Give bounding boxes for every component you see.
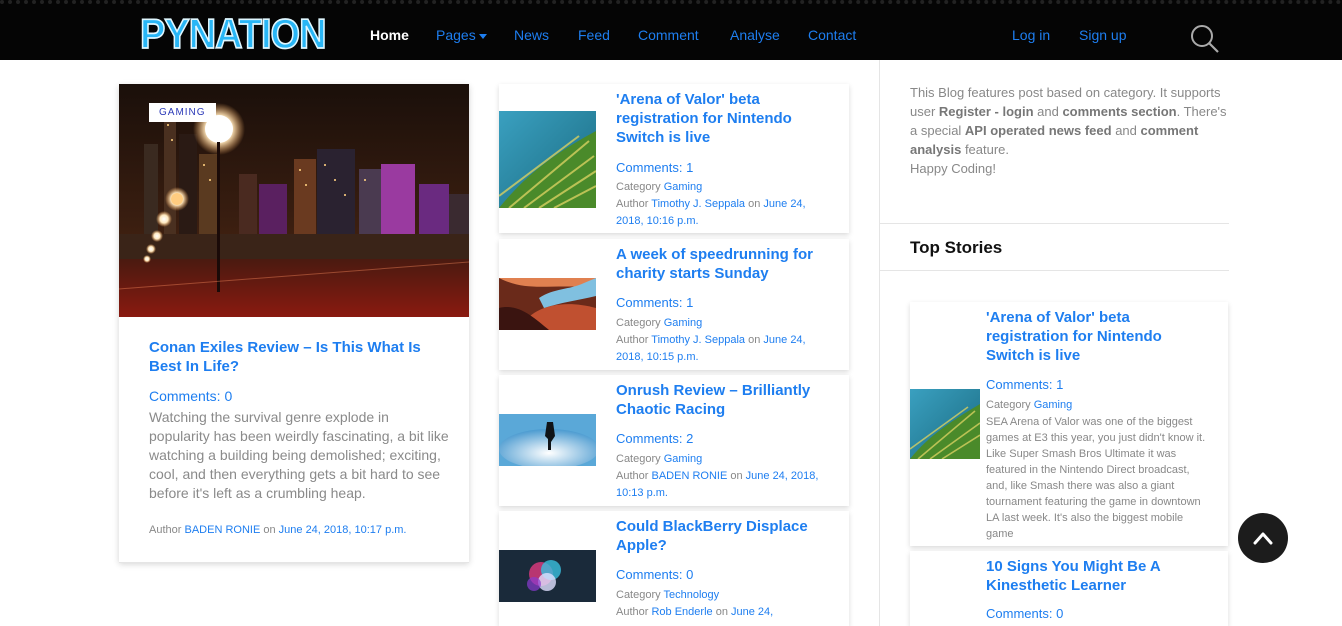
author-label: Author — [616, 470, 649, 482]
story-title[interactable]: 10 Signs You Might Be A Kinesthetic Lear… — [986, 557, 1206, 595]
category-link[interactable]: Gaming — [1034, 399, 1073, 411]
top-story-card: 'Arena of Valor' beta registration for N… — [910, 302, 1228, 546]
category-link[interactable]: Gaming — [664, 453, 703, 465]
site-logo[interactable]: PYNATION — [139, 11, 327, 59]
post-meta: Category Gaming Author Timothy J. Seppal… — [616, 315, 831, 366]
author-label: Author — [616, 606, 649, 618]
nav-comment[interactable]: Comment — [638, 27, 699, 43]
post-thumbnail[interactable] — [499, 111, 596, 208]
date-link[interactable]: June 24, — [731, 606, 773, 618]
on-label: on — [748, 198, 761, 210]
about-text-part: and — [1111, 123, 1141, 138]
scroll-to-top-button[interactable] — [1238, 513, 1288, 563]
about-text-part: feature. — [961, 142, 1010, 157]
about-highlight: API operated news feed — [964, 123, 1112, 138]
story-title[interactable]: 'Arena of Valor' beta registration for N… — [986, 308, 1206, 365]
author-label: Author — [149, 524, 182, 536]
divider — [880, 223, 1229, 224]
top-story-card: 10 Signs You Might Be A Kinesthetic Lear… — [910, 551, 1228, 626]
category-link[interactable]: Gaming — [664, 181, 703, 193]
story-comments[interactable]: Comments: 0 — [986, 606, 1063, 621]
about-highlight: Register - login — [938, 104, 1034, 119]
about-text: This Blog features post based on categor… — [910, 83, 1230, 178]
list-item: A week of speedrunning for charity start… — [499, 239, 849, 370]
nav-contact[interactable]: Contact — [808, 27, 856, 43]
story-meta: Category Gaming — [986, 397, 1206, 413]
story-comments[interactable]: Comments: 1 — [986, 377, 1063, 392]
divider — [119, 562, 469, 563]
featured-post-author: Author BADEN RONIE on June 24, 2018, 10:… — [149, 524, 406, 536]
about-highlight: comments section — [1062, 104, 1177, 119]
list-item: Onrush Review – Brilliantly Chaotic Raci… — [499, 375, 849, 506]
about-text-part: and — [1033, 104, 1063, 119]
logo-text: PYNATION — [139, 11, 327, 59]
nav-pages-label: Pages — [436, 27, 476, 43]
nav-home[interactable]: Home — [370, 27, 409, 43]
post-title[interactable]: 'Arena of Valor' beta registration for N… — [616, 90, 831, 147]
author-link[interactable]: Timothy J. Seppala — [651, 334, 745, 346]
author-label: Author — [616, 198, 649, 210]
story-thumbnail[interactable] — [910, 389, 980, 459]
category-label: Category — [986, 399, 1031, 411]
post-meta: Category Gaming Author BADEN RONIE on Ju… — [616, 451, 831, 502]
post-comments[interactable]: Comments: 1 — [616, 295, 693, 310]
date-link[interactable]: June 24, 2018, 10:17 p.m. — [279, 524, 407, 536]
chevron-up-icon — [1253, 532, 1273, 545]
featured-post-title[interactable]: Conan Exiles Review – Is This What Is Be… — [149, 338, 449, 376]
post-comments[interactable]: Comments: 2 — [616, 431, 693, 446]
featured-post-excerpt: Watching the survival genre explode in p… — [149, 409, 449, 501]
nav-login[interactable]: Log in — [1012, 27, 1050, 43]
about-text-part: Happy Coding! — [910, 161, 996, 176]
post-thumbnail[interactable] — [499, 278, 596, 330]
post-comments[interactable]: Comments: 0 — [616, 567, 693, 582]
nav-pages[interactable]: Pages — [436, 27, 487, 43]
post-title[interactable]: Onrush Review – Brilliantly Chaotic Raci… — [616, 381, 831, 419]
nav-signup[interactable]: Sign up — [1079, 27, 1126, 43]
navbar: PYNATION Home Pages News Feed Comment An… — [0, 0, 1342, 60]
category-label: Category — [616, 317, 661, 329]
sidebar-divider — [879, 60, 880, 626]
story-excerpt: SEA Arena of Valor was one of the bigges… — [986, 416, 1206, 540]
author-link[interactable]: BADEN RONIE — [651, 470, 727, 482]
author-label: Author — [616, 334, 649, 346]
category-badge[interactable]: GAMING — [149, 103, 216, 122]
category-link[interactable]: Technology — [664, 589, 720, 601]
post-title[interactable]: Could BlackBerry Displace Apple? — [616, 517, 831, 555]
category-link[interactable]: Gaming — [664, 317, 703, 329]
post-thumbnail[interactable] — [499, 550, 596, 602]
nav-analyse[interactable]: Analyse — [730, 27, 780, 43]
featured-post-image[interactable]: GAMING — [119, 84, 469, 317]
featured-post-card: GAMING Conan Exiles Review – Is This Wha… — [119, 84, 469, 562]
category-label: Category — [616, 453, 661, 465]
on-label: on — [748, 334, 761, 346]
post-meta: Category Gaming Author Timothy J. Seppal… — [616, 179, 831, 230]
author-link[interactable]: Timothy J. Seppala — [651, 198, 745, 210]
caret-down-icon — [478, 33, 487, 39]
on-label: on — [715, 606, 728, 618]
search-icon[interactable] — [1190, 24, 1220, 54]
post-comments[interactable]: Comments: 1 — [616, 160, 693, 175]
post-thumbnail[interactable] — [499, 414, 596, 466]
author-link[interactable]: BADEN RONIE — [184, 524, 260, 536]
list-item: Could BlackBerry Displace Apple? Comment… — [499, 511, 849, 626]
author-link[interactable]: Rob Enderle — [651, 606, 712, 618]
divider — [880, 270, 1229, 271]
on-label: on — [263, 524, 276, 536]
on-label: on — [730, 470, 743, 482]
post-title[interactable]: A week of speedrunning for charity start… — [616, 245, 831, 283]
category-label: Category — [616, 589, 661, 601]
post-meta: Category Technology Author Rob Enderle o… — [616, 587, 831, 621]
featured-post-comments[interactable]: Comments: 0 — [149, 388, 232, 404]
list-item: 'Arena of Valor' beta registration for N… — [499, 84, 849, 233]
top-stories-heading: Top Stories — [910, 238, 1003, 257]
nav-news[interactable]: News — [514, 27, 549, 43]
category-label: Category — [616, 181, 661, 193]
nav-feed[interactable]: Feed — [578, 27, 610, 43]
